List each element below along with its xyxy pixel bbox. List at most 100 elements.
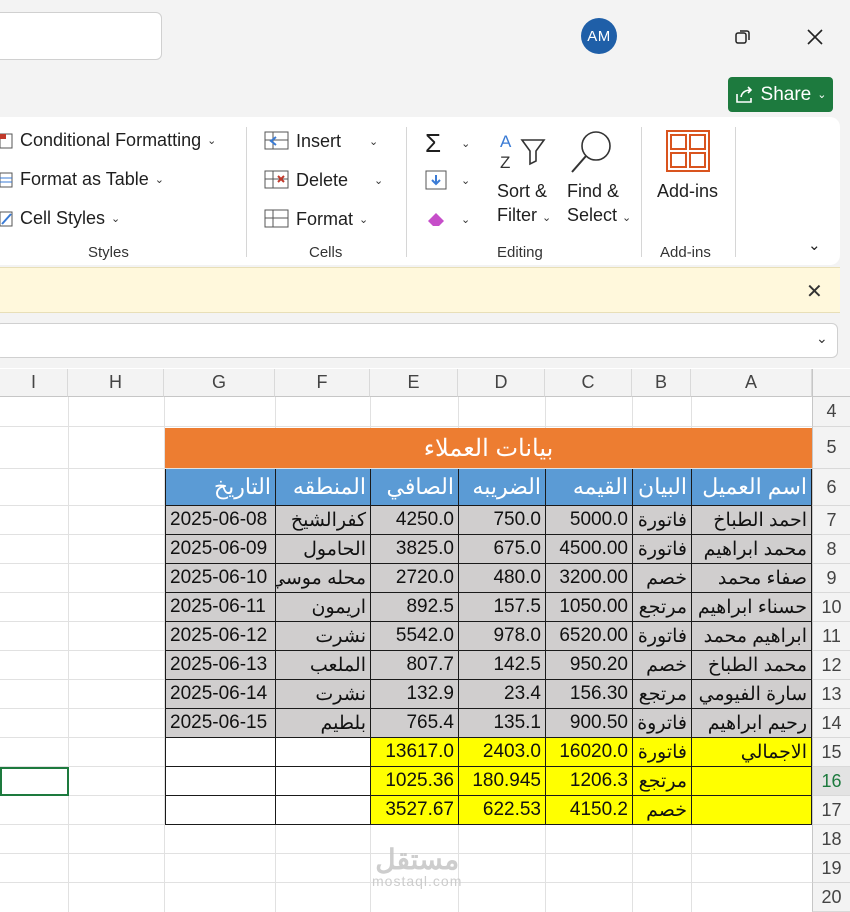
total-cell-F[interactable] bbox=[276, 738, 371, 767]
data-cell-D[interactable]: 675.0 bbox=[459, 535, 546, 564]
format-as-table-button[interactable]: Format as Table ⌄ bbox=[0, 169, 164, 190]
data-cell-F[interactable]: نشرت bbox=[276, 622, 371, 651]
data-cell-E[interactable]: 2720.0 bbox=[371, 564, 459, 593]
sort-filter-button[interactable]: Sort & Filter ⌄ bbox=[497, 179, 551, 230]
total-cell-A[interactable] bbox=[692, 796, 812, 825]
data-cell-D[interactable]: 750.0 bbox=[459, 506, 546, 535]
header-cell-D[interactable]: الضريبه bbox=[459, 469, 546, 506]
find-select-button[interactable]: Find & Select ⌄ bbox=[567, 179, 631, 230]
formula-bar-expand-icon[interactable]: ⌄ bbox=[816, 330, 828, 347]
column-header-H[interactable]: H bbox=[68, 369, 164, 397]
data-cell-F[interactable]: الملعب bbox=[276, 651, 371, 680]
data-cell-C[interactable]: 6520.00 bbox=[546, 622, 633, 651]
row-header-9[interactable]: 9 bbox=[812, 564, 850, 593]
data-cell-A[interactable]: محمد ابراهيم bbox=[692, 535, 812, 564]
row-header-14[interactable]: 14 bbox=[812, 709, 850, 738]
total-cell-B[interactable]: مرتجع bbox=[633, 767, 692, 796]
header-cell-G[interactable]: التاريخ bbox=[165, 469, 276, 506]
data-cell-F[interactable]: اريمون bbox=[276, 593, 371, 622]
column-header-I[interactable]: I bbox=[0, 369, 68, 397]
data-cell-A[interactable]: رحيم ابراهيم bbox=[692, 709, 812, 738]
data-cell-C[interactable]: 5000.0 bbox=[546, 506, 633, 535]
data-cell-E[interactable]: 3825.0 bbox=[371, 535, 459, 564]
data-cell-D[interactable]: 480.0 bbox=[459, 564, 546, 593]
total-cell-C[interactable]: 16020.0 bbox=[546, 738, 633, 767]
data-cell-A[interactable]: ابراهيم محمد bbox=[692, 622, 812, 651]
row-header-18[interactable]: 18 bbox=[812, 825, 850, 854]
data-cell-C[interactable]: 900.50 bbox=[546, 709, 633, 738]
column-header-A[interactable]: A bbox=[691, 369, 812, 397]
data-cell-C[interactable]: 156.30 bbox=[546, 680, 633, 709]
search-box[interactable] bbox=[0, 12, 162, 60]
data-cell-D[interactable]: 157.5 bbox=[459, 593, 546, 622]
share-button[interactable]: Share ⌄ bbox=[728, 77, 833, 112]
data-cell-A[interactable]: احمد الطباخ bbox=[692, 506, 812, 535]
data-cell-E[interactable]: 5542.0 bbox=[371, 622, 459, 651]
notification-close-icon[interactable]: ✕ bbox=[806, 279, 823, 304]
data-cell-F[interactable]: محله موسي bbox=[276, 564, 371, 593]
data-cell-G[interactable]: 2025-06-15 bbox=[165, 709, 276, 738]
row-header-6[interactable]: 6 bbox=[812, 469, 850, 506]
total-cell-B[interactable]: فاتورة bbox=[633, 738, 692, 767]
row-header-19[interactable]: 19 bbox=[812, 854, 850, 883]
data-cell-E[interactable]: 4250.0 bbox=[371, 506, 459, 535]
column-header-C[interactable]: C bbox=[545, 369, 632, 397]
data-cell-F[interactable]: كفرالشيخ bbox=[276, 506, 371, 535]
data-cell-B[interactable]: فاتورة bbox=[633, 535, 692, 564]
data-cell-D[interactable]: 978.0 bbox=[459, 622, 546, 651]
total-cell-D[interactable]: 2403.0 bbox=[459, 738, 546, 767]
data-cell-B[interactable]: فاتروة bbox=[633, 709, 692, 738]
header-cell-E[interactable]: الصافي bbox=[371, 469, 459, 506]
column-header-E[interactable]: E bbox=[370, 369, 458, 397]
row-header-20[interactable]: 20 bbox=[812, 883, 850, 912]
total-cell-A[interactable] bbox=[692, 767, 812, 796]
data-cell-A[interactable]: سارة الفيومي bbox=[692, 680, 812, 709]
data-cell-D[interactable]: 23.4 bbox=[459, 680, 546, 709]
total-cell-F[interactable] bbox=[276, 796, 371, 825]
data-cell-G[interactable]: 2025-06-08 bbox=[165, 506, 276, 535]
sheet-title-cell[interactable]: بيانات العملاء bbox=[165, 428, 812, 468]
data-cell-B[interactable]: خصم bbox=[633, 564, 692, 593]
row-header-17[interactable]: 17 bbox=[812, 796, 850, 825]
data-cell-C[interactable]: 950.20 bbox=[546, 651, 633, 680]
total-cell-D[interactable]: 180.945 bbox=[459, 767, 546, 796]
row-header-8[interactable]: 8 bbox=[812, 535, 850, 564]
data-cell-F[interactable]: نشرت bbox=[276, 680, 371, 709]
row-header-12[interactable]: 12 bbox=[812, 651, 850, 680]
data-cell-E[interactable]: 807.7 bbox=[371, 651, 459, 680]
active-cell-selection[interactable] bbox=[0, 767, 69, 796]
account-avatar[interactable]: AM bbox=[581, 18, 617, 54]
total-cell-E[interactable]: 3527.67 bbox=[371, 796, 459, 825]
data-cell-E[interactable]: 765.4 bbox=[371, 709, 459, 738]
select-all-corner[interactable] bbox=[812, 369, 850, 397]
conditional-formatting-button[interactable]: Conditional Formatting ⌄ bbox=[0, 130, 216, 151]
total-cell-C[interactable]: 4150.2 bbox=[546, 796, 633, 825]
data-cell-B[interactable]: خصم bbox=[633, 651, 692, 680]
row-header-16[interactable]: 16 bbox=[812, 767, 850, 796]
data-cell-B[interactable]: مرتجع bbox=[633, 680, 692, 709]
row-header-10[interactable]: 10 bbox=[812, 593, 850, 622]
column-header-D[interactable]: D bbox=[458, 369, 545, 397]
total-cell-G[interactable] bbox=[165, 738, 276, 767]
cell-styles-button[interactable]: Cell Styles ⌄ bbox=[0, 208, 120, 229]
data-cell-E[interactable]: 892.5 bbox=[371, 593, 459, 622]
header-cell-F[interactable]: المنطقه bbox=[276, 469, 371, 506]
row-header-4[interactable]: 4 bbox=[812, 397, 850, 427]
close-window-button[interactable] bbox=[800, 22, 830, 52]
total-cell-G[interactable] bbox=[165, 767, 276, 796]
data-cell-D[interactable]: 135.1 bbox=[459, 709, 546, 738]
total-cell-G[interactable] bbox=[165, 796, 276, 825]
total-cell-E[interactable]: 13617.0 bbox=[371, 738, 459, 767]
row-header-7[interactable]: 7 bbox=[812, 506, 850, 535]
formula-bar-input[interactable] bbox=[0, 323, 838, 358]
column-header-B[interactable]: B bbox=[632, 369, 691, 397]
total-cell-F[interactable] bbox=[276, 767, 371, 796]
data-cell-C[interactable]: 1050.00 bbox=[546, 593, 633, 622]
data-cell-A[interactable]: حسناء ابراهيم bbox=[692, 593, 812, 622]
data-cell-F[interactable]: الحامول bbox=[276, 535, 371, 564]
column-header-G[interactable]: G bbox=[164, 369, 275, 397]
restore-window-button[interactable] bbox=[728, 22, 758, 52]
data-cell-G[interactable]: 2025-06-12 bbox=[165, 622, 276, 651]
data-cell-G[interactable]: 2025-06-10 bbox=[165, 564, 276, 593]
fill-button[interactable]: ⌄ bbox=[425, 169, 470, 191]
